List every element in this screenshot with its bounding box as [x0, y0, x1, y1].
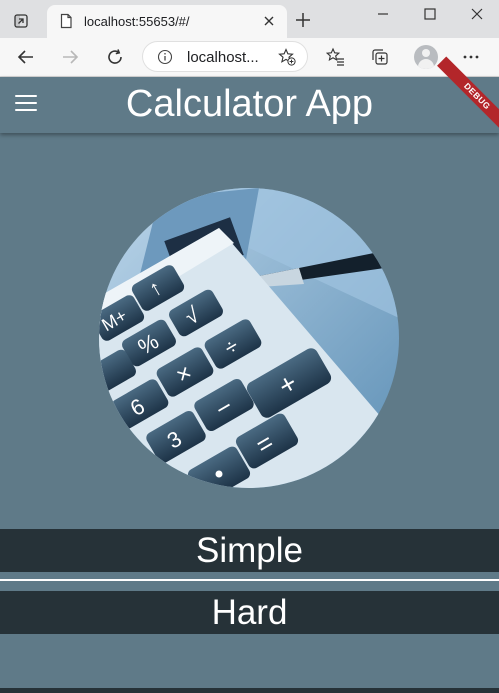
hard-button[interactable]: Hard	[0, 591, 499, 634]
minimize-icon[interactable]	[371, 6, 395, 22]
app-bar: Calculator App	[0, 77, 499, 133]
more-icon[interactable]	[460, 46, 482, 68]
page-icon	[58, 13, 74, 29]
add-favorite-icon[interactable]	[278, 48, 296, 66]
window-close-icon[interactable]	[465, 6, 489, 22]
new-tab-icon[interactable]	[293, 10, 313, 30]
divider	[0, 579, 499, 581]
page-title: Calculator App	[125, 83, 374, 125]
profile-icon[interactable]	[414, 45, 438, 69]
simple-button[interactable]: Simple	[0, 529, 499, 572]
bottom-bar	[0, 688, 499, 693]
forward-arrow-icon	[59, 46, 81, 68]
tab-actions-icon[interactable]	[9, 9, 33, 33]
address-url: localhost...	[187, 49, 259, 66]
browser-toolbar: localhost...	[0, 38, 499, 77]
favorites-icon[interactable]	[325, 46, 347, 68]
tab-close-icon[interactable]	[261, 13, 277, 29]
tab-title: localhost:55653/#/	[84, 14, 190, 29]
maximize-icon[interactable]	[418, 6, 442, 22]
calculator-image: 000 ↑ M+ √ % ÷ × + 6 −	[99, 188, 399, 488]
refresh-icon[interactable]	[104, 46, 126, 68]
address-bar[interactable]: localhost...	[143, 42, 307, 71]
back-arrow-icon[interactable]	[15, 46, 37, 68]
info-icon[interactable]	[157, 49, 173, 65]
browser-tab-strip: localhost:55653/#/	[0, 0, 499, 38]
collections-icon[interactable]	[369, 46, 391, 68]
browser-tab[interactable]: localhost:55653/#/	[47, 5, 287, 38]
